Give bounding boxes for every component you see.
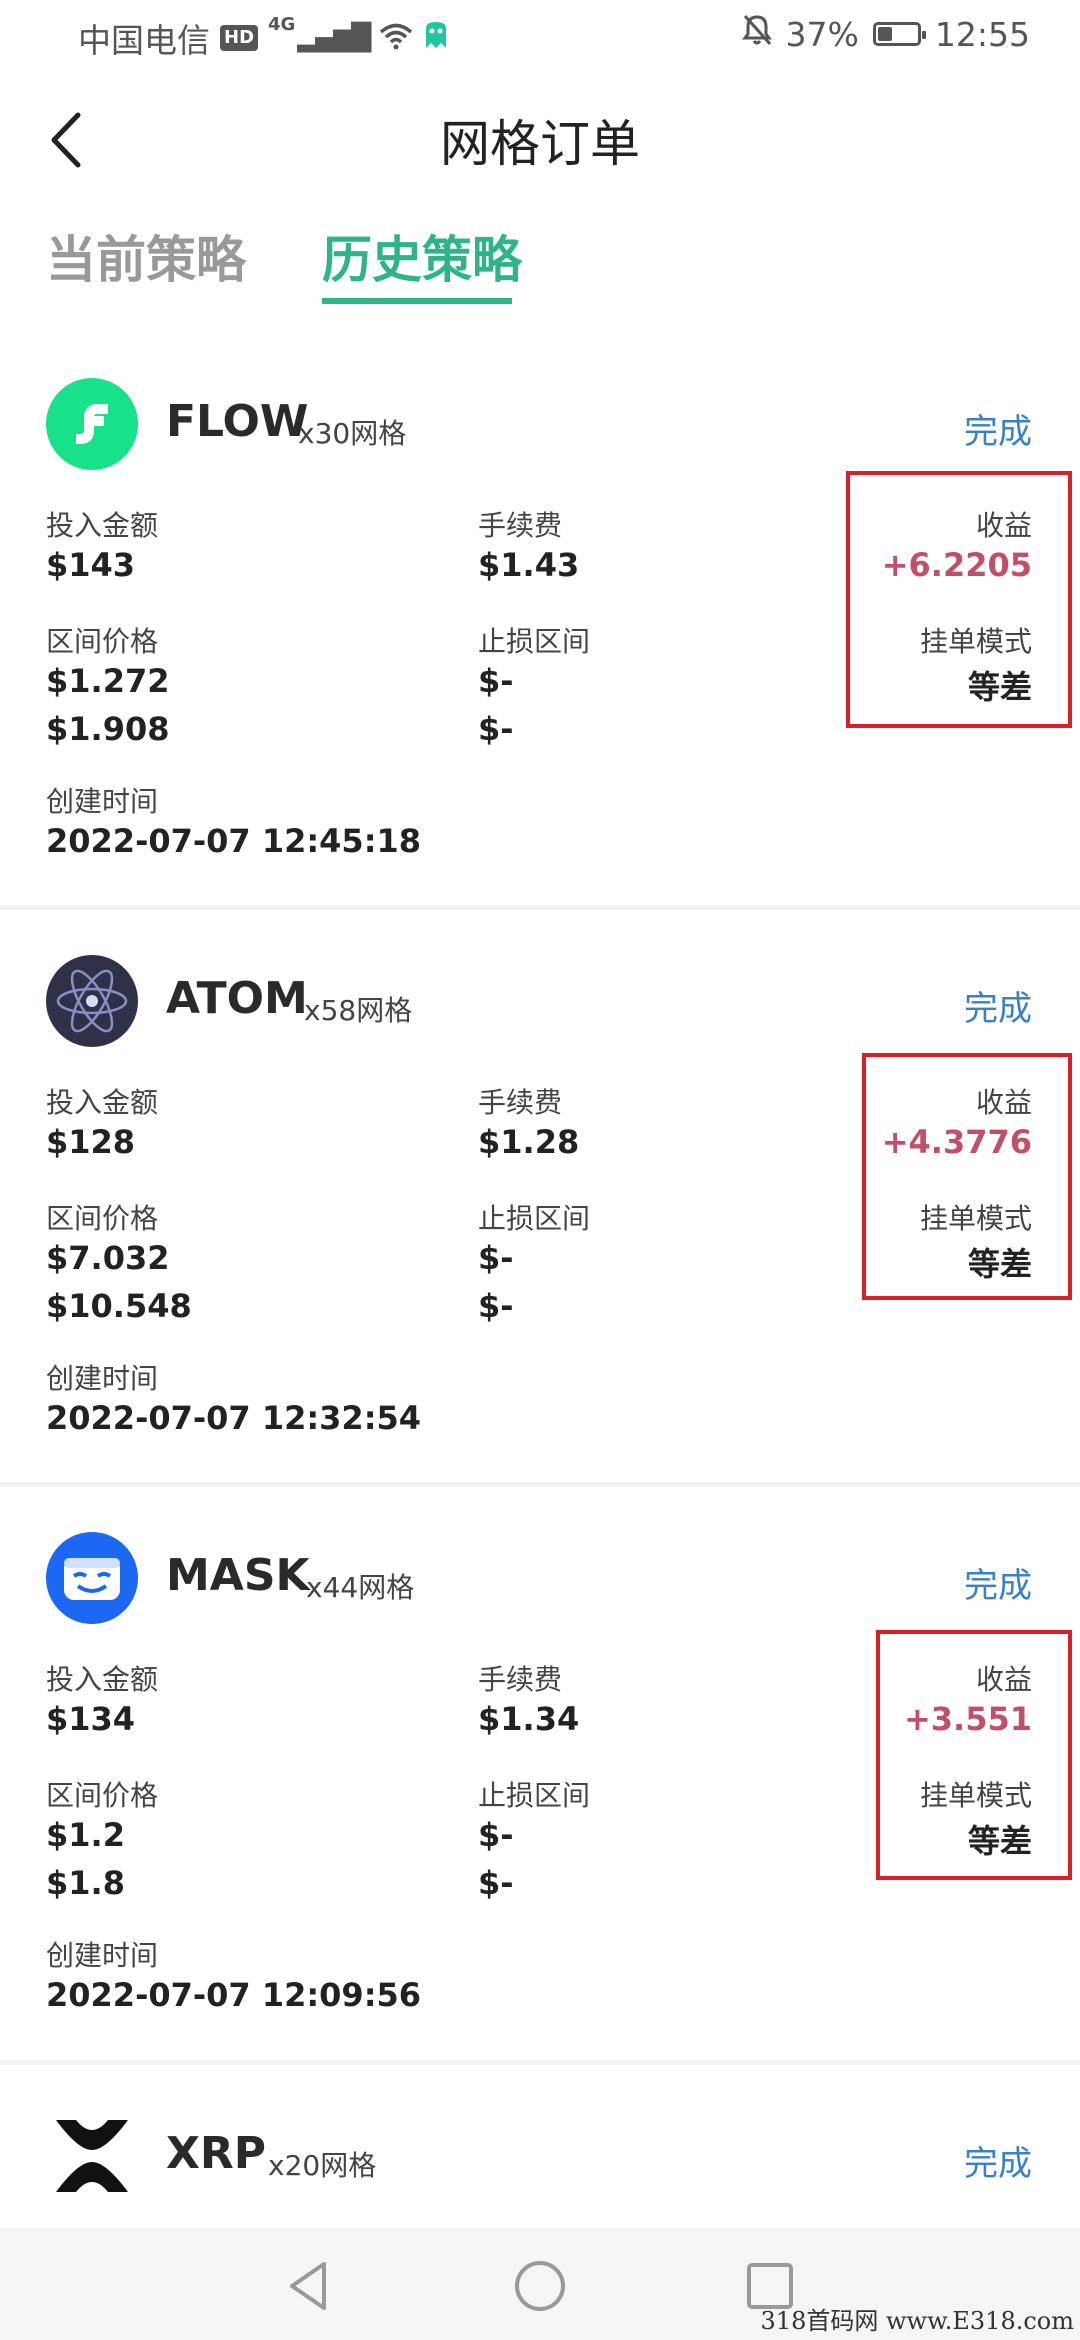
highlight-box (876, 1630, 1072, 1880)
stop-low-value: $- (478, 1816, 514, 1854)
triangle-back-icon (290, 2262, 326, 2310)
range-label: 区间价格 (46, 1779, 159, 1812)
stop-high-value: $- (478, 1287, 514, 1325)
card-divider (0, 905, 1080, 910)
stop-high-value: $- (478, 710, 514, 748)
active-tab-indicator (322, 298, 512, 304)
created-value: 2022-07-07 12:32:54 (46, 1399, 422, 1437)
card-divider (0, 1482, 1080, 1487)
order-card: ATOM x58网格 完成 投入金额 $128 手续费 $1.28 收益 +4.… (0, 955, 1080, 1515)
battery-percent: 37% (785, 14, 859, 54)
carrier-label: 中国电信 (78, 21, 210, 60)
clock-time: 12:55 (934, 14, 1030, 54)
grid-count: x20网格 (268, 2149, 377, 2182)
stop-label: 止损区间 (478, 625, 591, 658)
stop-label: 止损区间 (478, 1779, 591, 1812)
created-value: 2022-07-07 12:09:56 (46, 1976, 422, 2014)
page-title: 网格订单 (440, 115, 640, 173)
invest-label: 投入金额 (46, 1086, 159, 1119)
circle-home-icon (515, 2261, 565, 2311)
card-divider (0, 2060, 1080, 2065)
stop-high-value: $- (478, 1864, 514, 1902)
range-low-value: $1.272 (46, 662, 170, 700)
atom-logo-icon (46, 955, 138, 1047)
range-low-value: $1.2 (46, 1816, 125, 1854)
invest-label: 投入金额 (46, 509, 159, 542)
range-high-value: $10.548 (46, 1287, 192, 1325)
battery-icon (872, 22, 926, 46)
range-high-value: $1.908 (46, 710, 170, 748)
status-complete-link[interactable]: 完成 (964, 404, 1032, 453)
status-bar: 中国电信 HD 4G ▂▄▆█ 37% 12:55 (0, 0, 1080, 72)
created-label: 创建时间 (46, 1362, 159, 1395)
wifi-icon (379, 19, 413, 58)
nav-home-button[interactable] (510, 2256, 570, 2316)
app-header: 网格订单 (0, 90, 1080, 190)
status-complete-link[interactable]: 完成 (964, 2136, 1032, 2185)
stop-label: 止损区间 (478, 1202, 591, 1235)
range-high-value: $1.8 (46, 1864, 125, 1902)
mute-bell-icon (741, 14, 772, 54)
status-complete-link[interactable]: 完成 (964, 1558, 1032, 1607)
tab-current-strategy[interactable]: 当前策略 (46, 220, 246, 292)
fee-value: $1.34 (478, 1700, 580, 1738)
grid-count: x44网格 (306, 1571, 415, 1604)
invest-value: $134 (46, 1700, 136, 1738)
xrp-logo-icon (46, 2110, 138, 2202)
coin-name: FLOW (166, 396, 309, 447)
app-notification-icon (423, 19, 449, 58)
highlight-box (862, 1053, 1072, 1300)
created-label: 创建时间 (46, 785, 159, 818)
strategy-tabs: 当前策略 历史策略 (0, 220, 1080, 310)
watermark: 318首码网 www.E318.com (760, 2307, 1074, 2335)
fee-label: 手续费 (478, 1086, 563, 1119)
coin-name: ATOM (166, 973, 308, 1024)
mask-logo-icon (46, 1532, 138, 1624)
order-card: MASK x44网格 完成 投入金额 $134 手续费 $1.34 收益 +3.… (0, 1532, 1080, 2092)
highlight-box (846, 471, 1072, 728)
range-label: 区间价格 (46, 625, 159, 658)
status-complete-link[interactable]: 完成 (964, 981, 1032, 1030)
invest-label: 投入金额 (46, 1663, 159, 1696)
order-card: XRP x20网格 完成 (0, 2110, 1080, 2228)
order-card: FLOW x30网格 完成 投入金额 $143 手续费 $1.43 收益 +6.… (0, 378, 1080, 938)
fee-label: 手续费 (478, 509, 563, 542)
grid-count: x58网格 (304, 994, 413, 1027)
stop-low-value: $- (478, 662, 514, 700)
system-nav-bar: 318首码网 www.E318.com (0, 2228, 1080, 2340)
fee-value: $1.28 (478, 1123, 580, 1161)
stop-low-value: $- (478, 1239, 514, 1277)
network-type: 4G (268, 14, 296, 35)
invest-value: $143 (46, 546, 136, 584)
range-label: 区间价格 (46, 1202, 159, 1235)
nav-back-button[interactable] (280, 2256, 340, 2316)
created-label: 创建时间 (46, 1939, 159, 1972)
created-value: 2022-07-07 12:45:18 (46, 822, 422, 860)
fee-value: $1.43 (478, 546, 580, 584)
flow-logo-icon (46, 378, 138, 470)
coin-name: XRP (166, 2128, 267, 2179)
invest-value: $128 (46, 1123, 136, 1161)
range-low-value: $7.032 (46, 1239, 170, 1277)
coin-name: MASK (166, 1550, 310, 1601)
fee-label: 手续费 (478, 1663, 563, 1696)
grid-count: x30网格 (298, 417, 407, 450)
signal-icon: ▂▄▆█ (297, 23, 371, 53)
tab-history-strategy[interactable]: 历史策略 (322, 220, 522, 292)
hd-badge: HD (220, 25, 259, 51)
